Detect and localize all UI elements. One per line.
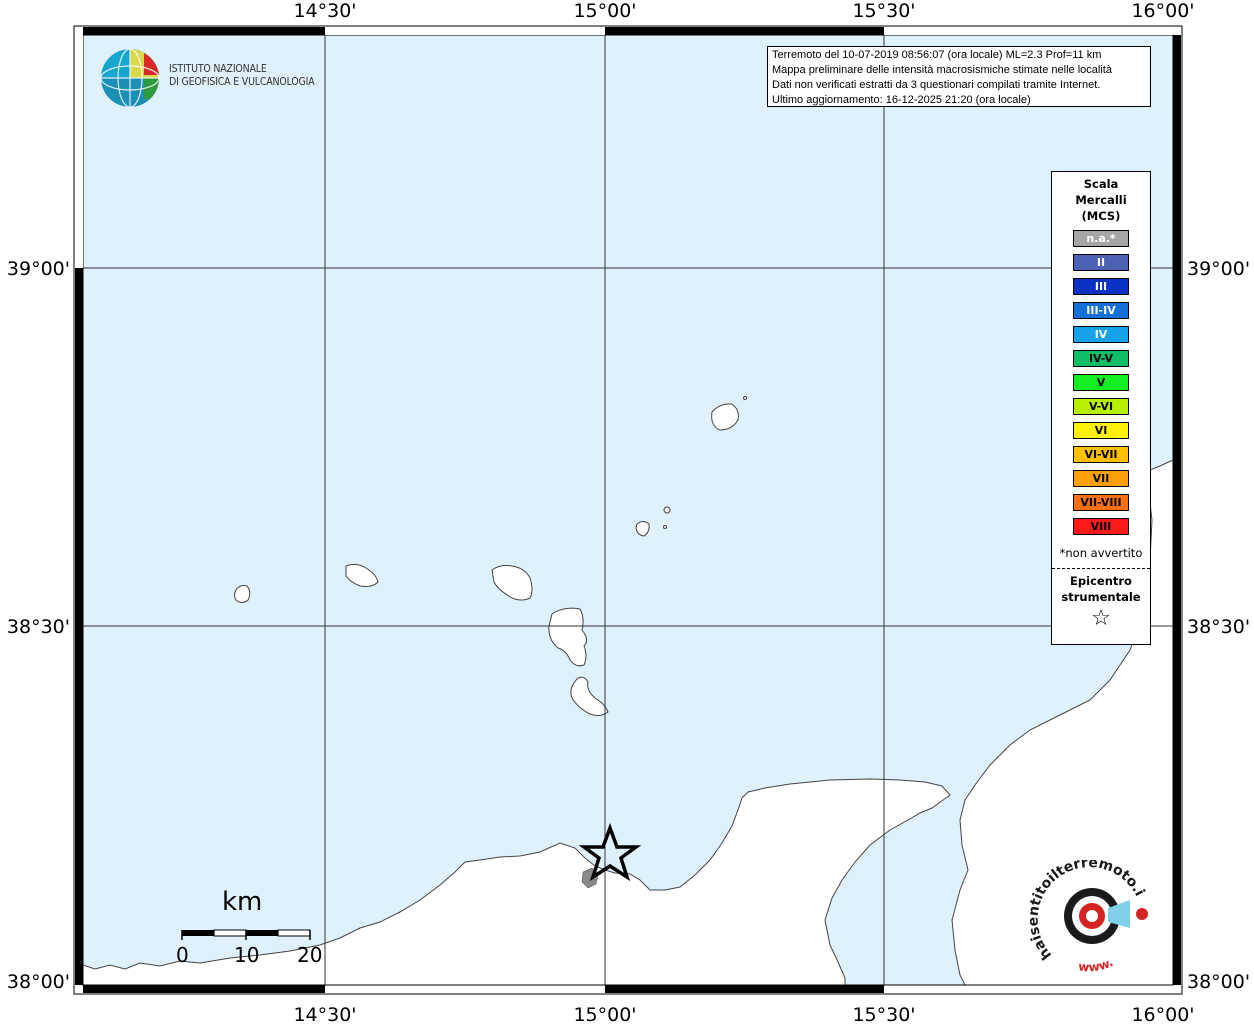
info-line-1: Terremoto del 10-07-2019 08:56:07 (ora l… bbox=[772, 49, 1102, 61]
legend-swatch: VIII bbox=[1073, 518, 1129, 535]
scale-label-0: 0 bbox=[176, 943, 189, 967]
scale-label-10: 10 bbox=[234, 943, 260, 967]
legend-epicenter-label: Epicentro strumentale bbox=[1052, 573, 1150, 605]
legend-title-3: (MCS) bbox=[1081, 209, 1121, 223]
hst-logo[interactable]: haisentitoilterremoto.it www. bbox=[1030, 860, 1160, 975]
ingv-line2: DI GEOFISICA E VULCANOLOGIA bbox=[169, 76, 315, 88]
scale-bar-unit: km bbox=[222, 887, 263, 917]
lon-bottom-1: 14°30' bbox=[293, 1004, 356, 1024]
legend-note: *non avvertito bbox=[1059, 546, 1143, 560]
globe-icon bbox=[100, 48, 160, 108]
event-info-box: Terremoto del 10-07-2019 08:56:07 (ora l… bbox=[767, 46, 1151, 107]
info-line-3: Dati non verificati estratti da 3 questi… bbox=[772, 79, 1101, 91]
lon-top-1: 14°30' bbox=[293, 0, 356, 22]
svg-text:www.: www. bbox=[1078, 955, 1116, 974]
lat-right-2: 38°30' bbox=[1187, 616, 1250, 638]
lon-top-2: 15°00' bbox=[573, 0, 636, 22]
legend-swatch: VI bbox=[1073, 422, 1129, 439]
ingv-logo-text: ISTITUTO NAZIONALE DI GEOFISICA E VULCAN… bbox=[169, 63, 315, 89]
lon-top-3: 15°30' bbox=[852, 0, 915, 22]
legend-title-1: Scala bbox=[1083, 177, 1119, 191]
legend-swatch: VII bbox=[1073, 470, 1129, 487]
island-basiluzzo bbox=[663, 506, 671, 514]
legend-epi-2: strumentale bbox=[1061, 590, 1141, 604]
legend-star-icon: ☆ bbox=[1091, 606, 1111, 631]
island-strombolicchio bbox=[743, 396, 747, 400]
legend-epi-1: Epicentro bbox=[1070, 574, 1132, 588]
legend-swatch: V bbox=[1073, 374, 1129, 391]
scale-label-20: 20 bbox=[297, 943, 323, 967]
legend-swatch: IV-V bbox=[1073, 350, 1129, 367]
legend-swatch: III bbox=[1073, 278, 1129, 295]
legend-divider bbox=[1052, 568, 1150, 569]
lon-top-4: 16°00' bbox=[1131, 0, 1194, 22]
legend-title: Scala Mercalli (MCS) bbox=[1052, 176, 1150, 224]
legend-swatch: III-IV bbox=[1073, 302, 1129, 319]
legend-swatch: VII-VIII bbox=[1073, 494, 1129, 511]
legend-swatch: n.a.* bbox=[1073, 230, 1129, 247]
mcs-legend: Scala Mercalli (MCS) n.a.* II III III-IV IV I… bbox=[1051, 171, 1151, 645]
info-line-4: Ultimo aggiornamento: 16-12-2025 21:20 (… bbox=[772, 94, 1031, 106]
lon-bottom-4: 16°00' bbox=[1131, 1004, 1194, 1024]
lon-bottom-2: 15°00' bbox=[573, 1004, 636, 1024]
legend-swatch: V-VI bbox=[1073, 398, 1129, 415]
islet-1 bbox=[663, 525, 667, 529]
hst-www-text: www. bbox=[1078, 955, 1116, 974]
lat-right-1: 39°00' bbox=[1187, 258, 1250, 280]
lat-right-3: 38°00' bbox=[1187, 971, 1250, 993]
lat-left-1: 39°00' bbox=[7, 258, 70, 280]
ingv-line1: ISTITUTO NAZIONALE bbox=[169, 63, 267, 75]
info-line-2: Mappa preliminare delle intensità macros… bbox=[772, 64, 1112, 76]
lat-left-2: 38°30' bbox=[7, 616, 70, 638]
lon-bottom-3: 15°30' bbox=[852, 1004, 915, 1024]
legend-title-2: Mercalli bbox=[1075, 193, 1127, 207]
question-badge-icon bbox=[1136, 908, 1148, 920]
legend-swatch: IV bbox=[1073, 326, 1129, 343]
target-dot-icon bbox=[1086, 910, 1098, 922]
ingv-logo: ISTITUTO NAZIONALE DI GEOFISICA E VULCAN… bbox=[100, 47, 330, 109]
legend-swatch: VI-VII bbox=[1073, 446, 1129, 463]
legend-swatch: II bbox=[1073, 254, 1129, 271]
lat-left-3: 38°00' bbox=[7, 971, 70, 993]
